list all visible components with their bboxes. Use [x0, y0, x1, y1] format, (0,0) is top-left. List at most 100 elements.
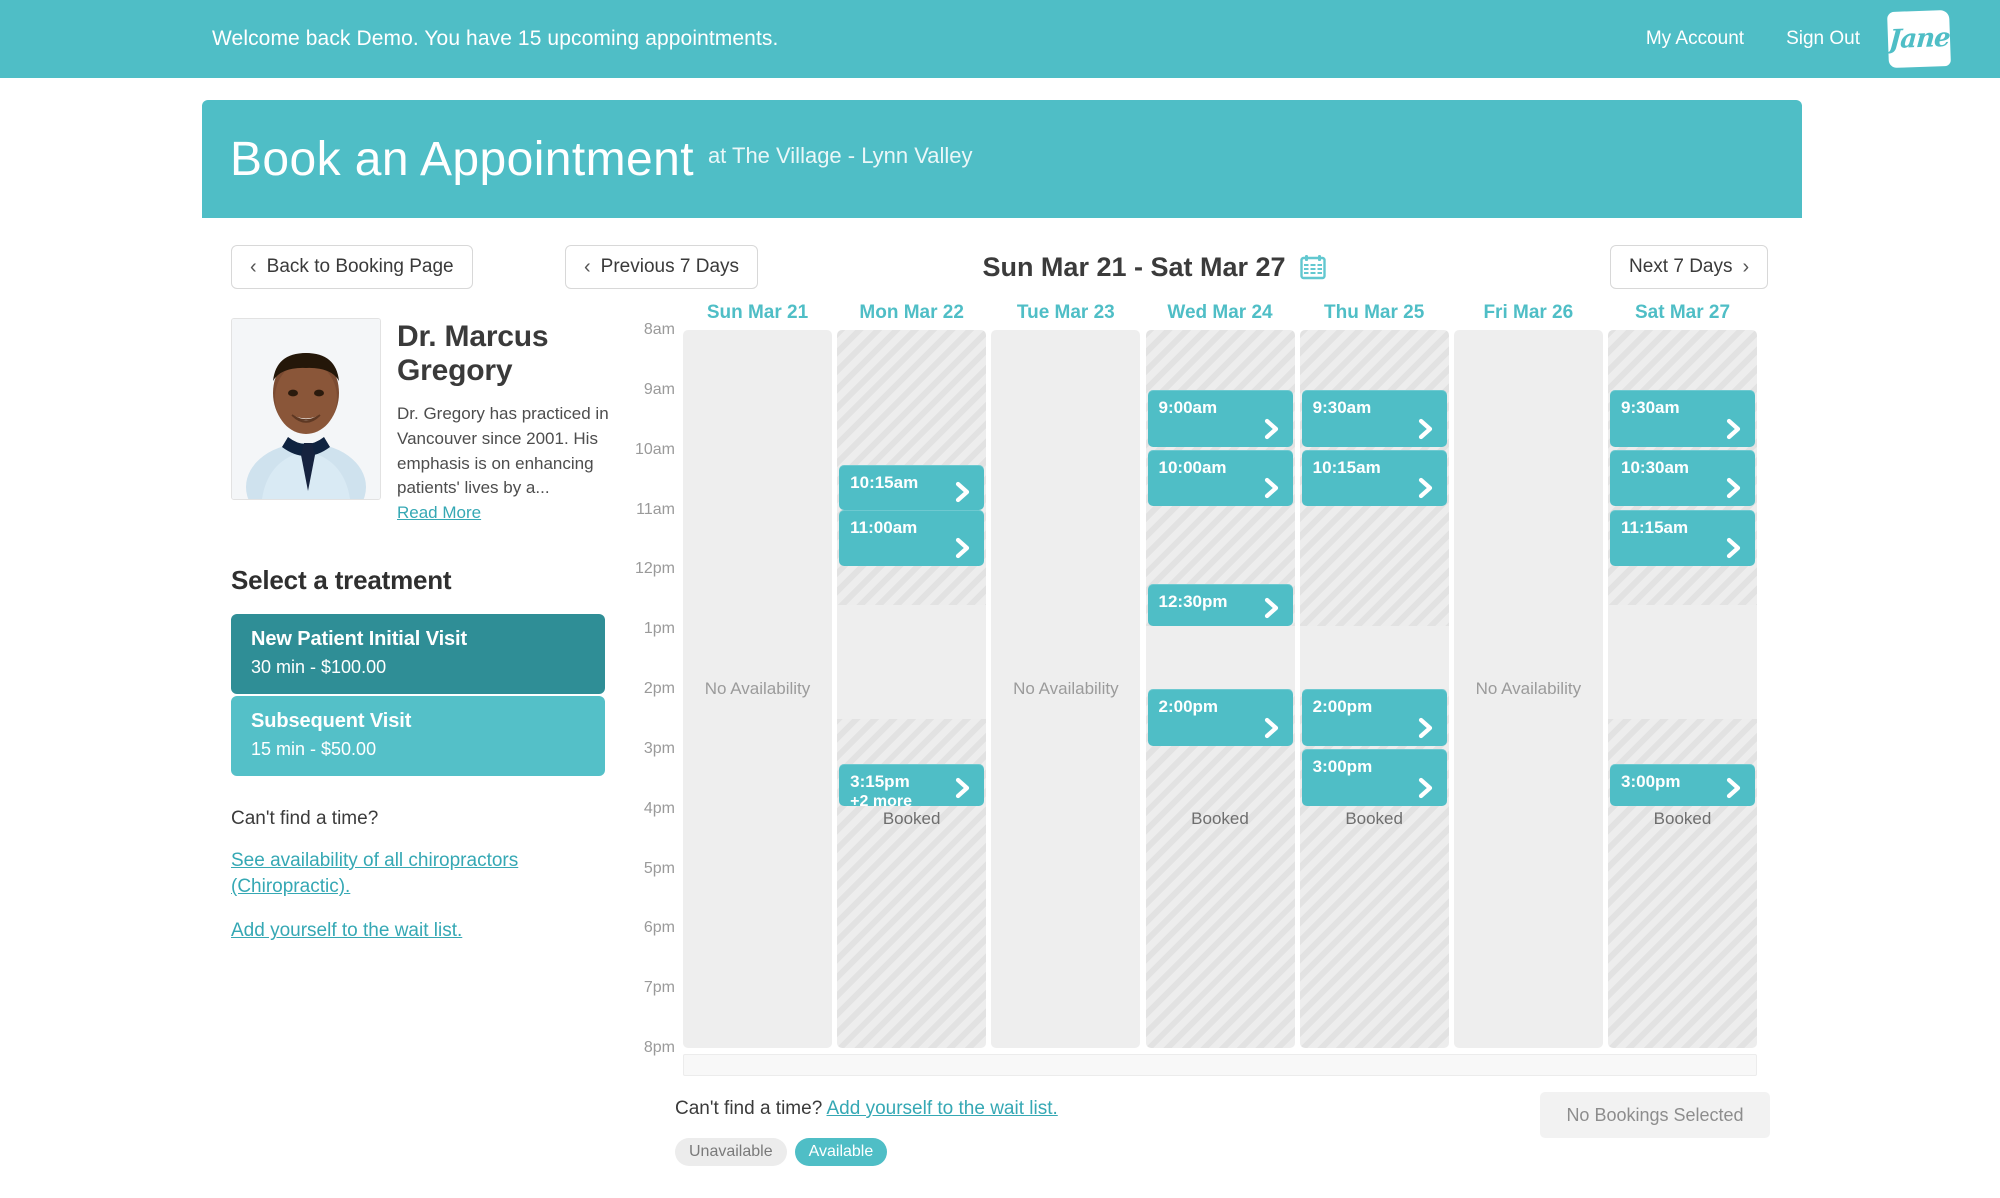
chevron-right-icon [952, 537, 974, 559]
chevron-right-icon [1723, 477, 1745, 499]
select-treatment-heading: Select a treatment [231, 564, 452, 595]
day-column-header: Thu Mar 25 [1324, 302, 1425, 323]
appointment-slot[interactable]: 3:00pm [1610, 763, 1755, 806]
previous-7-days-button[interactable]: ‹ Previous 7 Days [565, 245, 759, 289]
appointment-slot[interactable]: 10:15am [1301, 449, 1447, 507]
practitioner-bio: Dr. Gregory has practiced in Vancouver s… [397, 404, 609, 498]
my-account-link[interactable]: My Account [1646, 28, 1744, 50]
open-band [1299, 626, 1449, 689]
time-axis-label: 12pm [634, 560, 675, 578]
treatment-option[interactable]: New Patient Initial Visit 30 min - $100.0… [231, 613, 605, 694]
day-columns: Sun Mar 21 No Availability Mon Mar 22 10:15… [683, 302, 1757, 1048]
chevron-right-icon [1723, 418, 1745, 440]
slot-time-label: 11:15am [1621, 517, 1689, 537]
slot-time-label: 10:00am [1158, 457, 1227, 477]
back-to-booking-page-label: Back to Booking Page [266, 256, 454, 277]
slot-time-label: 10:30am [1621, 457, 1690, 477]
chevron-right-icon [1415, 477, 1437, 499]
appointment-slot[interactable]: 10:30am [1610, 449, 1755, 507]
time-axis-label: 11am [636, 500, 675, 518]
practitioner-avatar [231, 318, 381, 500]
calendar-icon[interactable] [1299, 254, 1326, 280]
next-7-days-button[interactable]: Next 7 Days › [1610, 245, 1769, 289]
chevron-right-icon [1415, 418, 1437, 440]
no-bookings-selected-button[interactable]: No Bookings Selected [1540, 1092, 1770, 1138]
open-band [1608, 605, 1757, 719]
date-range-text: Sun Mar 21 - Sat Mar 27 [982, 251, 1286, 282]
booked-label: Booked [882, 808, 941, 828]
sidebar-cant-find-label: Can't find a time? [231, 807, 379, 829]
day-column-header: Tue Mar 23 [1016, 302, 1115, 323]
footer-wait-list-link[interactable]: Add yourself to the wait list. [827, 1098, 1058, 1119]
chevron-right-icon: › [1742, 256, 1750, 278]
date-range-label: Sun Mar 21 - Sat Mar 27 [759, 245, 1549, 289]
legend-unavailable-chip[interactable]: Unavailable [675, 1138, 787, 1166]
calendar-horizontal-scrollbar[interactable] [683, 1054, 1757, 1076]
time-axis-label: 8am [643, 321, 675, 338]
appointment-slot[interactable]: 9:30am [1301, 389, 1447, 447]
appointment-slot[interactable]: 12:30pm [1147, 584, 1293, 627]
legend-available-chip[interactable]: Available [794, 1138, 888, 1166]
appointment-slot[interactable]: 3:00pm [1301, 748, 1447, 806]
appointment-slot[interactable]: 9:30am [1610, 389, 1755, 447]
day-column-header: Mon Mar 22 [859, 302, 964, 323]
chevron-right-icon [1261, 597, 1283, 619]
appointment-slot[interactable]: 11:00am [839, 509, 985, 567]
treatment-option[interactable]: Subsequent Visit 15 min - $50.00 [231, 695, 605, 776]
sidebar-wait-list-link[interactable]: Add yourself to the wait list. [231, 918, 561, 944]
appointment-slot[interactable]: 3:15pm +2 more [839, 763, 985, 810]
previous-7-days-label: Previous 7 Days [600, 256, 740, 277]
day-column: 10:15am 11:00am 3:15pm +2 more Booked [837, 330, 987, 1048]
left-panel: Dr. Marcus Gregory Dr. Gregory has pract… [231, 318, 611, 945]
practitioner-info: Dr. Marcus Gregory Dr. Gregory has pract… [397, 318, 611, 523]
clinic-name: at The Village - Lynn Valley [707, 143, 973, 168]
open-band [837, 605, 987, 719]
no-availability-label: No Availability [704, 679, 811, 698]
open-band [1145, 626, 1295, 689]
legend: Unavailable Available [675, 1138, 1875, 1166]
appointment-slot[interactable]: 9:00am [1147, 389, 1293, 447]
see-all-chiropractors-link[interactable]: See availability of all chiropractors (C… [231, 848, 561, 900]
chevron-right-icon [1723, 777, 1745, 799]
day-column: No Availability [991, 330, 1141, 1048]
top-bar: Welcome back Demo. You have 15 upcoming … [0, 0, 2000, 78]
chevron-left-icon: ‹ [250, 256, 257, 278]
chevron-right-icon [1261, 477, 1283, 499]
time-axis-label: 9am [643, 380, 675, 398]
calendar-grid: 8am 9am 10am 11am 12pm 1pm 2pm 3pm 4pm 5pm 6pm 7pm 8… [617, 302, 1777, 1056]
jane-logo[interactable]: Jane [1887, 9, 1951, 69]
jane-logo-text: Jane [1887, 22, 1951, 56]
chevron-right-icon [1415, 777, 1437, 799]
slot-time-label: 3:00pm [1312, 756, 1373, 776]
practitioner-name: Dr. Marcus Gregory [397, 320, 549, 388]
day-column: No Availability [1453, 330, 1603, 1048]
chevron-right-icon [952, 481, 974, 503]
chevron-right-icon [1723, 537, 1745, 559]
chevron-left-icon: ‹ [584, 256, 591, 278]
booked-label: Booked [1653, 808, 1712, 828]
availability-calendar: 8am 9am 10am 11am 12pm 1pm 2pm 3pm 4pm 5pm 6pm 7pm 8… [617, 302, 1777, 1090]
time-axis: 8am 9am 10am 11am 12pm 1pm 2pm 3pm 4pm 5pm 6pm 7pm 8… [617, 321, 679, 1056]
treatment-list: New Patient Initial Visit 30 min - $100.0… [231, 613, 605, 776]
day-column: 9:00am 10:00am 12:30pm 2:00pm Booked [1145, 330, 1295, 1048]
no-availability-label: No Availability [1013, 679, 1119, 698]
next-7-days-label: Next 7 Days [1629, 256, 1733, 277]
appointment-slot[interactable]: 10:15am [839, 464, 985, 510]
day-column: No Availability [683, 330, 832, 1048]
chevron-right-icon [1261, 717, 1283, 739]
sign-out-link[interactable]: Sign Out [1786, 28, 1860, 50]
appointment-slot[interactable]: 11:15am [1610, 509, 1755, 567]
appointment-slot[interactable]: 2:00pm [1301, 689, 1447, 746]
slot-time-label: 9:00am [1158, 397, 1218, 417]
booked-label: Booked [1345, 808, 1403, 828]
appointment-slot[interactable]: 2:00pm [1147, 689, 1293, 746]
time-axis-label: 6pm [643, 919, 675, 937]
time-axis-label: 3pm [643, 739, 675, 757]
treatment-name: Subsequent Visit [251, 709, 412, 732]
read-more-link[interactable]: Read More [397, 503, 481, 523]
appointment-slot[interactable]: 10:00am [1147, 449, 1293, 507]
back-to-booking-page-button[interactable]: ‹ Back to Booking Page [231, 245, 473, 289]
practitioner-summary: Dr. Marcus Gregory Dr. Gregory has pract… [231, 318, 611, 523]
day-column-header: Fri Mar 26 [1483, 302, 1574, 323]
welcome-message: Welcome back Demo. You have 15 upcoming … [212, 27, 779, 50]
